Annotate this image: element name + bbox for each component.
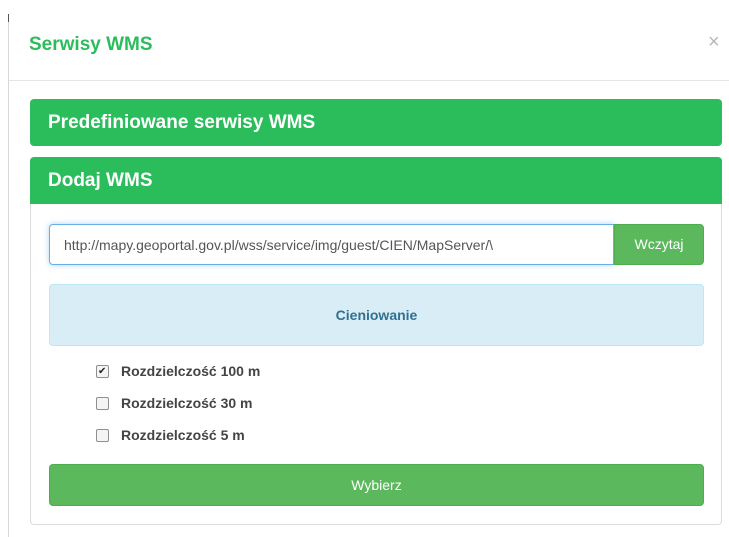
wms-url-input[interactable] xyxy=(49,224,614,265)
layer-option-label: Rozdzielczość 5 m xyxy=(121,427,245,443)
background-edge xyxy=(8,14,9,537)
select-button[interactable]: Wybierz xyxy=(49,464,704,506)
layer-option-30m[interactable]: Rozdzielczość 30 m xyxy=(96,393,253,413)
modal-header: Serwisy WMS × xyxy=(9,0,729,81)
checkbox-icon[interactable] xyxy=(96,428,109,442)
layer-option-5m[interactable]: Rozdzielczość 5 m xyxy=(96,425,245,445)
load-button[interactable]: Wczytaj xyxy=(614,224,704,265)
layer-option-100m[interactable]: Rozdzielczość 100 m xyxy=(96,361,260,381)
layer-option-label: Rozdzielczość 30 m xyxy=(121,395,253,411)
panel-predefined-wms[interactable]: Predefiniowane serwisy WMS xyxy=(30,99,722,146)
checkbox-icon[interactable] xyxy=(96,396,109,410)
layer-title: Cieniowanie xyxy=(49,284,704,346)
wms-dialog-page: Serwisy WMS × Predefiniowane serwisy WMS… xyxy=(0,0,729,537)
panel-add-wms[interactable]: Dodaj WMS xyxy=(30,157,722,204)
layer-option-label: Rozdzielczość 100 m xyxy=(121,363,261,379)
checkbox-icon[interactable] xyxy=(96,364,109,378)
modal-title: Serwisy WMS xyxy=(29,34,153,55)
close-icon[interactable]: × xyxy=(708,32,720,52)
